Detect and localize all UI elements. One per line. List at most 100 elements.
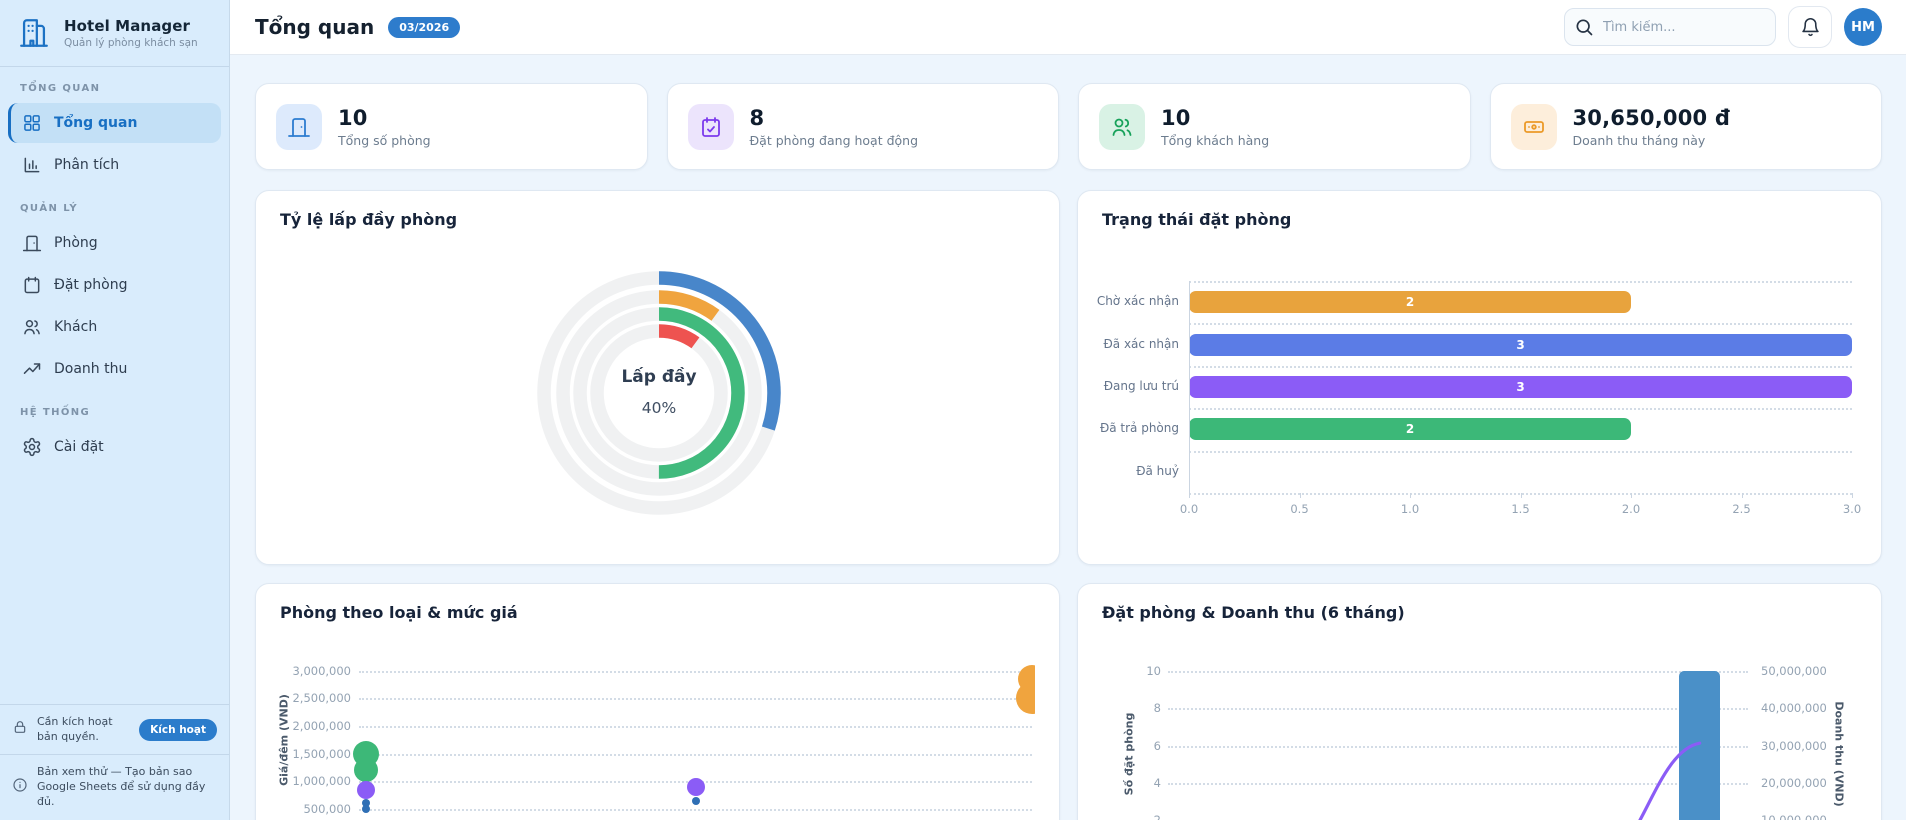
y-gridline [359,726,1032,728]
y-gridline [359,698,1032,700]
license-notice: Cần kích hoạt bản quyền. Kích hoạt [0,704,229,755]
y-tick-label: 1,500,000 [281,747,351,761]
chart-title-occupancy: Tỷ lệ lấp đầy phòng [280,210,457,229]
stat-card-1: 10Tổng số phòng [255,83,648,170]
x-tick-label: 2.5 [1722,502,1762,516]
sidebar-item-users[interactable]: Khách [8,307,221,347]
trend-icon [22,359,42,379]
month-badge: 03/2026 [388,17,460,38]
y-tick-label: 500,000 [281,802,351,816]
search-input[interactable] [1564,8,1776,46]
sidebar-item-label: Doanh thu [54,361,127,377]
hotel-logo-icon [14,13,54,53]
status-bar-3: 3 [1189,376,1852,398]
row-separator [1189,323,1852,325]
category-label: Chờ xác nhận [1078,294,1179,308]
app-window: Hotel Manager Quản lý phòng khách sạn TỔ… [0,0,1906,820]
trial-notice-text: Bản xem thử — Tạo bản sao Google Sheets … [37,765,217,810]
stat-text: 10Tổng số phòng [338,106,431,148]
sidebar: Hotel Manager Quản lý phòng khách sạn TỔ… [0,0,230,820]
booking-status-chart-card: Trạng thái đặt phòng Chờ xác nhận2Đã xác… [1077,190,1882,565]
nav-section-label: TỔNG QUAN [0,67,229,101]
y-gridline [359,671,1032,673]
sidebar-item-analytics[interactable]: Phân tích [8,145,221,185]
x-tick-label: 2.0 [1611,502,1651,516]
app-title: Hotel Manager [64,17,198,35]
stat-value: 8 [750,106,919,130]
x-tick-label: 1.5 [1501,502,1541,516]
page-title: Tổng quan [255,15,374,39]
occupancy-chart-card: Tỷ lệ lấp đầy phòng Lấp đầy 40% [255,190,1060,565]
y-gridline [359,754,1032,756]
lock-icon [12,719,28,740]
bookings-revenue-combo-chart: 1050,000,000840,000,000630,000,000420,00… [1078,584,1881,820]
stat-label: Tổng khách hàng [1161,133,1269,148]
sidebar-item-label: Cài đặt [54,439,104,455]
main-content: 10Tổng số phòng 8 Đặt phòng đang hoạt động… [230,55,1906,820]
y-tick-label: 3,000,000 [281,664,351,678]
x-tick-mark [1300,493,1301,498]
stat-card-3: 10Tổng khách hàng [1078,83,1471,170]
users-icon [22,317,42,337]
stat-card-4: 30,650,000 đ Doanh thu tháng này [1490,83,1883,170]
license-notice-text: Cần kích hoạt bản quyền. [37,715,130,745]
sidebar-item-label: Phòng [54,235,98,251]
scatter-point-6 [687,778,705,796]
row-separator [1189,281,1852,283]
room-price-scatter-chart: 3,000,0002,500,0002,000,0001,500,0001,00… [256,584,1035,820]
bookings-revenue-chart-card: Đặt phòng & Doanh thu (6 tháng) 1050,000… [1077,583,1882,820]
stat-label: Tổng số phòng [338,133,431,148]
stat-label: Doanh thu tháng này [1573,133,1731,148]
sidebar-item-gear[interactable]: Cài đặt [8,427,221,467]
y-gridline [359,809,1032,811]
x-tick-label: 0.0 [1169,502,1209,516]
analytics-icon [22,155,42,175]
sidebar-item-trend[interactable]: Doanh thu [8,349,221,389]
sidebar-nav: TỔNG QUANTổng quanPhân tíchQUẢN LÝPhòngĐ… [0,67,229,467]
x-tick-mark [1189,493,1190,498]
category-label: Đã huỷ [1078,464,1179,478]
stat-label: Đặt phòng đang hoạt động [750,133,919,148]
top-header: Tổng quan 03/2026 HM [230,0,1906,55]
info-icon [12,777,28,798]
status-bar-4: 2 [1189,418,1631,440]
app-tagline: Quản lý phòng khách sạn [64,37,198,49]
status-bar-2: 3 [1189,334,1852,356]
category-label: Đã trả phòng [1078,421,1179,435]
sidebar-item-dashboard[interactable]: Tổng quan [8,103,221,143]
trial-notice: Bản xem thử — Tạo bản sao Google Sheets … [0,754,229,820]
donut-center-value: 40% [642,399,676,417]
stat-cards-row: 10Tổng số phòng 8 Đặt phòng đang hoạt động… [255,83,1882,170]
category-label: Đã xác nhận [1078,337,1179,351]
stat-text: 30,650,000 đ Doanh thu tháng này [1573,106,1731,148]
row-separator [1189,408,1852,410]
sidebar-footer: Cần kích hoạt bản quyền. Kích hoạt Bản x… [0,704,229,820]
search-box [1564,8,1776,46]
search-icon [1574,17,1594,37]
dashboard-icon [22,113,42,133]
y-tick-label: 2,500,000 [281,691,351,705]
x-tick-mark [1852,493,1853,498]
x-tick-mark [1410,493,1411,498]
scatter-point-7 [692,797,700,805]
x-tick-label: 3.0 [1832,502,1872,516]
x-tick-mark [1521,493,1522,498]
room-price-chart-card: Phòng theo loại & mức giá 3,000,0002,500… [255,583,1060,820]
sidebar-item-label: Khách [54,319,97,335]
scatter-point-2 [354,758,378,782]
notifications-button[interactable] [1788,6,1832,48]
stat-value: 30,650,000 đ [1573,106,1731,130]
y-axis-line [1189,281,1190,493]
sidebar-item-door[interactable]: Phòng [8,223,221,263]
app-logo-row: Hotel Manager Quản lý phòng khách sạn [0,0,229,67]
avatar[interactable]: HM [1844,8,1882,46]
y-tick-label: 2,000,000 [281,719,351,733]
sidebar-item-calendar[interactable]: Đặt phòng [8,265,221,305]
door-icon [22,233,42,253]
stat-text: 8 Đặt phòng đang hoạt động [750,106,919,148]
row-separator [1189,451,1852,453]
y-axis-title: Giá/đêm (VND) [278,694,291,786]
activate-button[interactable]: Kích hoạt [139,719,217,741]
x-tick-mark [1742,493,1743,498]
stat-card-2: 8 Đặt phòng đang hoạt động [667,83,1060,170]
